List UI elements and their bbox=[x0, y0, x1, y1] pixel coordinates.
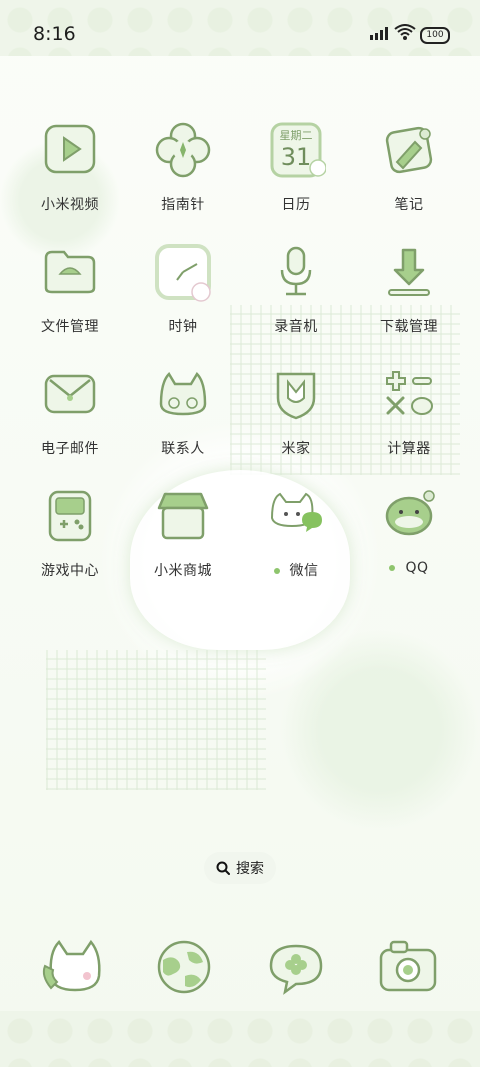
app-xiaomi-video[interactable]: 小米视频 bbox=[15, 120, 125, 220]
unread-dot bbox=[389, 565, 396, 571]
status-bar: 8:16 100 bbox=[0, 0, 480, 68]
app-calculator[interactable]: 计算器 bbox=[354, 364, 464, 464]
app-mi-store[interactable]: 小米商城 bbox=[128, 486, 238, 586]
app-label: 联系人 bbox=[161, 441, 205, 457]
clover-compass-icon bbox=[155, 122, 211, 178]
app-label: 笔记 bbox=[394, 197, 424, 213]
search-label: 搜索 bbox=[236, 861, 264, 877]
app-recorder[interactable]: 录音机 bbox=[241, 242, 351, 342]
mail-icon bbox=[44, 374, 96, 414]
battery-indicator: 100 bbox=[420, 27, 450, 44]
app-label: QQ bbox=[354, 560, 464, 576]
calendar-weekday: 星期二 bbox=[280, 129, 313, 142]
app-label: 录音机 bbox=[274, 319, 318, 335]
dock-messages[interactable] bbox=[261, 932, 331, 1002]
app-label: 指南针 bbox=[161, 197, 205, 213]
wechat-cat-icon bbox=[270, 492, 322, 532]
dock-browser[interactable] bbox=[149, 932, 219, 1002]
folder-icon bbox=[44, 250, 96, 294]
qq-frog-icon bbox=[385, 490, 435, 536]
messages-clover-icon bbox=[269, 944, 323, 995]
app-notes[interactable]: 笔记 bbox=[354, 120, 464, 220]
unread-dot bbox=[273, 568, 280, 574]
app-contacts[interactable]: 联系人 bbox=[128, 364, 238, 464]
cat-contacts-icon bbox=[159, 371, 207, 416]
app-label: 日历 bbox=[281, 197, 311, 213]
app-calendar[interactable]: 星期二 31 日历 bbox=[241, 120, 351, 220]
app-compass[interactable]: 指南针 bbox=[128, 120, 238, 220]
video-play-icon bbox=[44, 124, 96, 174]
plaid-decoration bbox=[46, 650, 266, 790]
search-icon bbox=[216, 861, 230, 875]
wifi-icon bbox=[394, 24, 416, 40]
status-time: 8:16 bbox=[33, 23, 76, 45]
lace-bottom-decoration bbox=[0, 1011, 480, 1067]
browser-globe-icon bbox=[157, 940, 211, 994]
app-label: 计算器 bbox=[387, 441, 431, 457]
download-icon bbox=[388, 248, 430, 296]
clock-icon bbox=[155, 244, 211, 302]
shop-icon bbox=[157, 492, 209, 540]
home-shield-icon bbox=[276, 372, 316, 420]
app-label: 时钟 bbox=[168, 319, 198, 335]
microphone-icon bbox=[280, 246, 312, 296]
app-label: 文件管理 bbox=[41, 319, 99, 335]
calendar-icon: 星期二 31 bbox=[270, 122, 326, 178]
app-qq[interactable]: QQ bbox=[354, 486, 464, 586]
dock-camera[interactable] bbox=[373, 932, 443, 1002]
app-game-center[interactable]: 游戏中心 bbox=[15, 486, 125, 586]
app-email[interactable]: 电子邮件 bbox=[15, 364, 125, 464]
app-label: 微信 bbox=[241, 560, 351, 580]
calculator-icon bbox=[386, 371, 433, 415]
dock-phone[interactable] bbox=[37, 932, 107, 1002]
app-wechat[interactable]: 微信 bbox=[241, 486, 351, 586]
app-clock[interactable]: 时钟 bbox=[128, 242, 238, 342]
phone-cat-icon bbox=[42, 939, 101, 992]
calendar-day: 31 bbox=[281, 143, 312, 171]
app-label: 小米商城 bbox=[154, 563, 212, 579]
app-file-manager[interactable]: 文件管理 bbox=[15, 242, 125, 342]
app-label: 米家 bbox=[281, 441, 311, 457]
app-label: 下载管理 bbox=[380, 319, 438, 335]
app-label: 电子邮件 bbox=[41, 441, 99, 457]
search-button[interactable]: 搜索 bbox=[204, 852, 276, 884]
game-console-icon bbox=[48, 490, 92, 542]
app-download-manager[interactable]: 下载管理 bbox=[354, 242, 464, 342]
app-mijia[interactable]: 米家 bbox=[241, 364, 351, 464]
app-label: 游戏中心 bbox=[41, 563, 99, 579]
notes-icon bbox=[385, 126, 433, 174]
app-label: 小米视频 bbox=[41, 197, 99, 213]
camera-icon bbox=[379, 940, 437, 992]
signal-icon bbox=[370, 27, 388, 40]
